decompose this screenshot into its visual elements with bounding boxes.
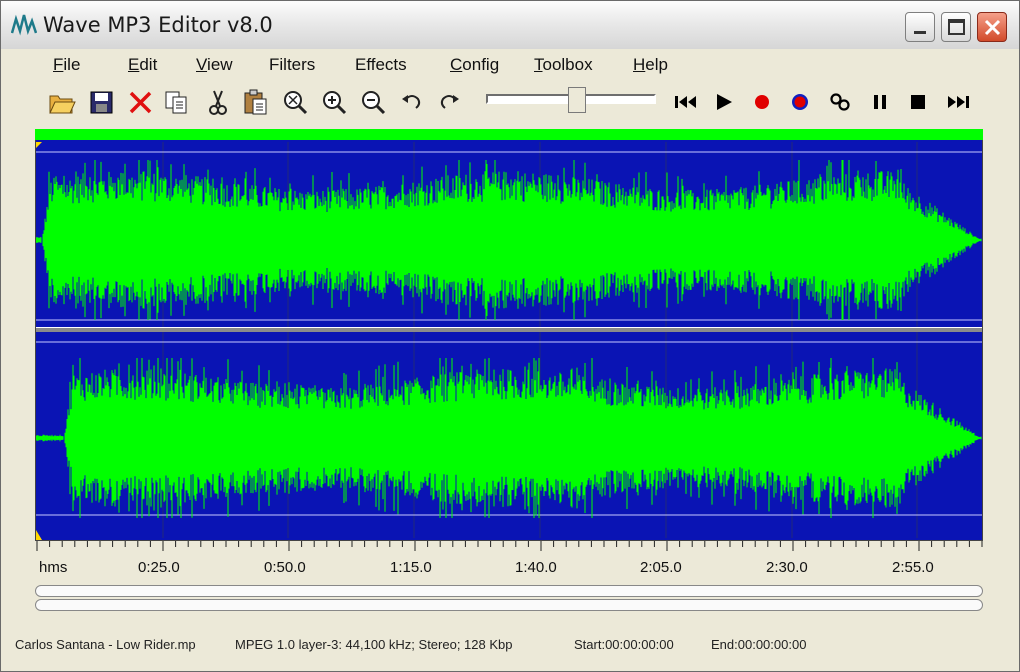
app-logo-icon <box>11 14 37 36</box>
undo-icon <box>402 95 421 109</box>
window-title: Wave MP3 Editor v8.0 <box>43 13 273 37</box>
title-bar[interactable]: Wave MP3 Editor v8.0 <box>1 1 1019 50</box>
skip-forward-icon <box>948 96 969 108</box>
menu-edit[interactable]: Edit <box>128 55 157 75</box>
zoom-fit-icon <box>284 91 308 115</box>
status-format: MPEG 1.0 layer-3: 44,100 kHz; Stereo; 12… <box>235 637 513 652</box>
open-folder-icon <box>49 95 76 114</box>
close-icon <box>984 19 1001 36</box>
pause-icon <box>874 95 886 109</box>
zoom-out-button[interactable] <box>358 87 388 117</box>
zoom-out-icon <box>362 91 386 115</box>
ruler-tick-label: 0:25.0 <box>138 559 180 576</box>
loop-button[interactable] <box>825 87 855 117</box>
play-button[interactable] <box>709 87 739 117</box>
menu-toolbox[interactable]: Toolbox <box>534 55 593 75</box>
ruler-tick-label: 0:50.0 <box>264 559 306 576</box>
menu-file[interactable]: File <box>53 55 80 75</box>
delete-button[interactable] <box>126 87 156 117</box>
waveform-panel[interactable] <box>35 129 983 541</box>
record-monitor-button[interactable] <box>785 87 815 117</box>
redo-button[interactable] <box>434 87 464 117</box>
menu-help[interactable]: Help <box>633 55 668 75</box>
loop-icon <box>830 93 850 111</box>
save-button[interactable] <box>87 87 117 117</box>
skip-forward-button[interactable] <box>943 87 973 117</box>
status-start: Start:00:00:00:00 <box>574 637 674 652</box>
minimize-button[interactable] <box>905 12 935 42</box>
zoom-in-icon <box>323 91 347 115</box>
menu-view[interactable]: View <box>196 55 233 75</box>
stop-button[interactable] <box>903 87 933 117</box>
status-end: End:00:00:00:00 <box>711 637 807 652</box>
horizontal-scrollbar[interactable] <box>35 585 983 597</box>
vertical-zoom-bar[interactable] <box>35 599 983 611</box>
menu-bar: File Edit View Filters Effects Config To… <box>1 49 1019 83</box>
zoom-fit-button[interactable] <box>280 87 310 117</box>
ruler-tick-label: 2:30.0 <box>766 559 808 576</box>
stop-icon <box>911 95 925 109</box>
copy-button[interactable] <box>162 87 192 117</box>
delete-icon <box>129 91 152 114</box>
ruler-tick-label: 1:40.0 <box>515 559 557 576</box>
cut-icon <box>209 90 227 115</box>
volume-slider-thumb[interactable] <box>568 87 586 113</box>
record-monitor-icon <box>792 94 808 110</box>
save-icon <box>90 91 113 114</box>
ruler-tick-label: 2:55.0 <box>892 559 934 576</box>
maximize-icon <box>948 19 965 35</box>
app-window: Wave MP3 Editor v8.0 File Edit View Filt… <box>0 0 1020 672</box>
record-icon <box>755 95 769 109</box>
record-button[interactable] <box>747 87 777 117</box>
pause-button[interactable] <box>865 87 895 117</box>
status-bar: Carlos Santana - Low Rider.mp MPEG 1.0 l… <box>1 633 1019 671</box>
skip-back-button[interactable] <box>671 87 701 117</box>
ruler-ticks <box>36 541 983 551</box>
selection-bar[interactable] <box>35 129 983 140</box>
ruler-unit-label: hms <box>39 559 68 576</box>
right-channel-waveform <box>35 358 982 518</box>
skip-back-icon <box>675 96 696 108</box>
open-button[interactable] <box>47 87 77 117</box>
paste-icon <box>244 89 267 115</box>
left-channel-waveform <box>35 160 982 320</box>
minimize-icon <box>914 31 926 34</box>
waveform-display[interactable] <box>35 130 982 540</box>
zoom-in-button[interactable] <box>319 87 349 117</box>
status-filename: Carlos Santana - Low Rider.mp <box>15 637 196 652</box>
time-ruler: hms 0:25.0 0:50.0 1:15.0 1:40.0 2:05.0 2… <box>35 541 983 585</box>
redo-icon <box>440 95 459 109</box>
cut-button[interactable] <box>203 87 233 117</box>
paste-button[interactable] <box>241 87 271 117</box>
ruler-tick-label: 1:15.0 <box>390 559 432 576</box>
menu-effects[interactable]: Effects <box>355 55 407 75</box>
maximize-button[interactable] <box>941 12 971 42</box>
menu-filters[interactable]: Filters <box>269 55 315 75</box>
close-button[interactable] <box>977 12 1007 42</box>
menu-config[interactable]: Config <box>450 55 499 75</box>
copy-icon <box>165 91 187 114</box>
undo-button[interactable] <box>397 87 427 117</box>
ruler-tick-label: 2:05.0 <box>640 559 682 576</box>
position-marker[interactable] <box>36 142 42 540</box>
play-icon <box>717 94 732 110</box>
